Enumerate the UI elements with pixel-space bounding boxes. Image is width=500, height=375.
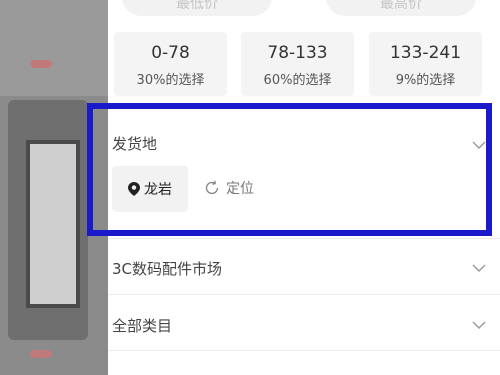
location-name: 龙岩 (144, 182, 172, 198)
chevron-down-icon[interactable] (472, 138, 486, 152)
locate-label: 定位 (226, 181, 254, 197)
locate-button[interactable]: 定位 (204, 178, 254, 198)
location-pin-icon (128, 182, 140, 196)
background-badge-blur (30, 350, 52, 358)
price-range-option[interactable]: 78-133 60%的选择 (241, 32, 354, 96)
min-price-input[interactable]: 最低价 (122, 0, 272, 16)
refresh-icon (205, 180, 219, 195)
price-range-share: 30%的选择 (136, 73, 205, 88)
category-section[interactable]: 全部类目 (108, 296, 500, 350)
section-title: 全部类目 (112, 317, 173, 335)
price-range-label: 78-133 (267, 43, 328, 63)
current-location-chip[interactable]: 龙岩 (112, 166, 188, 212)
background-image-blur (26, 140, 80, 308)
divider (108, 238, 500, 239)
price-range-label: 0-78 (151, 43, 190, 63)
chevron-down-icon[interactable] (472, 261, 486, 275)
price-range-share: 9%的选择 (395, 73, 456, 88)
max-price-input[interactable]: 最高价 (326, 0, 476, 16)
market-section[interactable]: 3C数码配件市场 (108, 240, 500, 294)
price-range-option[interactable]: 0-78 30%的选择 (114, 32, 227, 96)
price-range-share: 60%的选择 (263, 73, 332, 88)
filter-panel: 最低价 最高价 0-78 30%的选择 78-133 60%的选择 133-24… (108, 0, 500, 375)
price-range-label: 133-241 (389, 43, 462, 63)
background-overlay[interactable] (0, 0, 108, 375)
section-title: 发货地 (112, 135, 158, 153)
chevron-down-icon[interactable] (472, 318, 486, 332)
section-title: 3C数码配件市场 (112, 260, 223, 278)
divider (108, 294, 500, 295)
price-range-option[interactable]: 133-241 9%的选择 (369, 32, 482, 96)
background-badge-blur (30, 60, 52, 68)
divider (108, 350, 500, 351)
background-header-blur (0, 0, 108, 96)
